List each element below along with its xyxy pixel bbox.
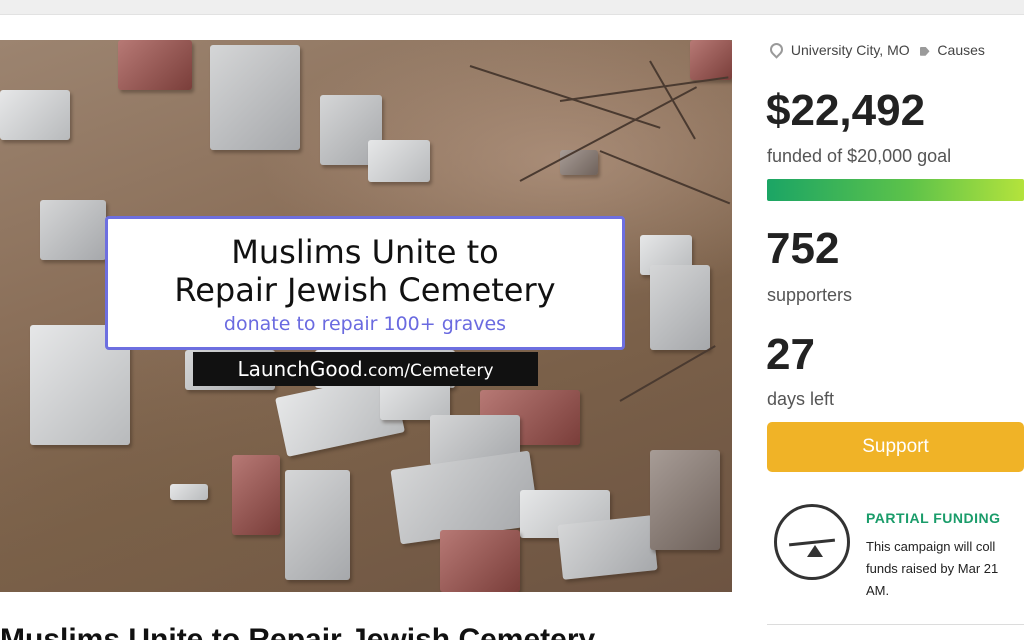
campaign-meta: University City, MO Causes [767,40,985,59]
launchgood-url-strip: LaunchGood.com/Cemetery [193,352,538,386]
partial-funding-title: PARTIAL FUNDING [866,510,1001,526]
goal-text: funded of $20,000 goal [767,146,952,166]
campaign-banner: Muslims Unite to Repair Jewish Cemetery … [105,216,625,350]
days-left-label: days left [767,389,835,409]
days-left-count: 27 [766,330,815,379]
page-title: Muslims Unite to Repair Jewish Cemetery [0,623,596,640]
banner-title: Muslims Unite to Repair Jewish Cemetery [174,233,556,309]
partial-funding-text: This campaign will coll funds raised by … [866,539,999,598]
supporters-label: supporters [767,285,853,305]
support-button[interactable]: Support [767,422,1024,472]
funding-progress-fill [767,179,1024,201]
url-path: .com/Cemetery [362,361,494,381]
top-browser-strip [0,0,1024,15]
amount-raised: $22,492 [766,86,926,135]
map-pin-icon [767,40,786,59]
url-brand: LaunchGood [237,357,363,381]
supporters-count: 752 [766,224,840,273]
tag-icon [919,46,930,56]
category-link[interactable]: Causes [937,42,984,58]
seesaw-icon [774,504,850,580]
panel-divider [767,624,1024,625]
campaign-hero-image: Muslims Unite to Repair Jewish Cemetery … [0,40,732,592]
location-link[interactable]: University City, MO [791,42,910,58]
banner-subtitle: donate to repair 100+ graves [223,313,507,335]
funding-progress-bar [767,179,1024,201]
